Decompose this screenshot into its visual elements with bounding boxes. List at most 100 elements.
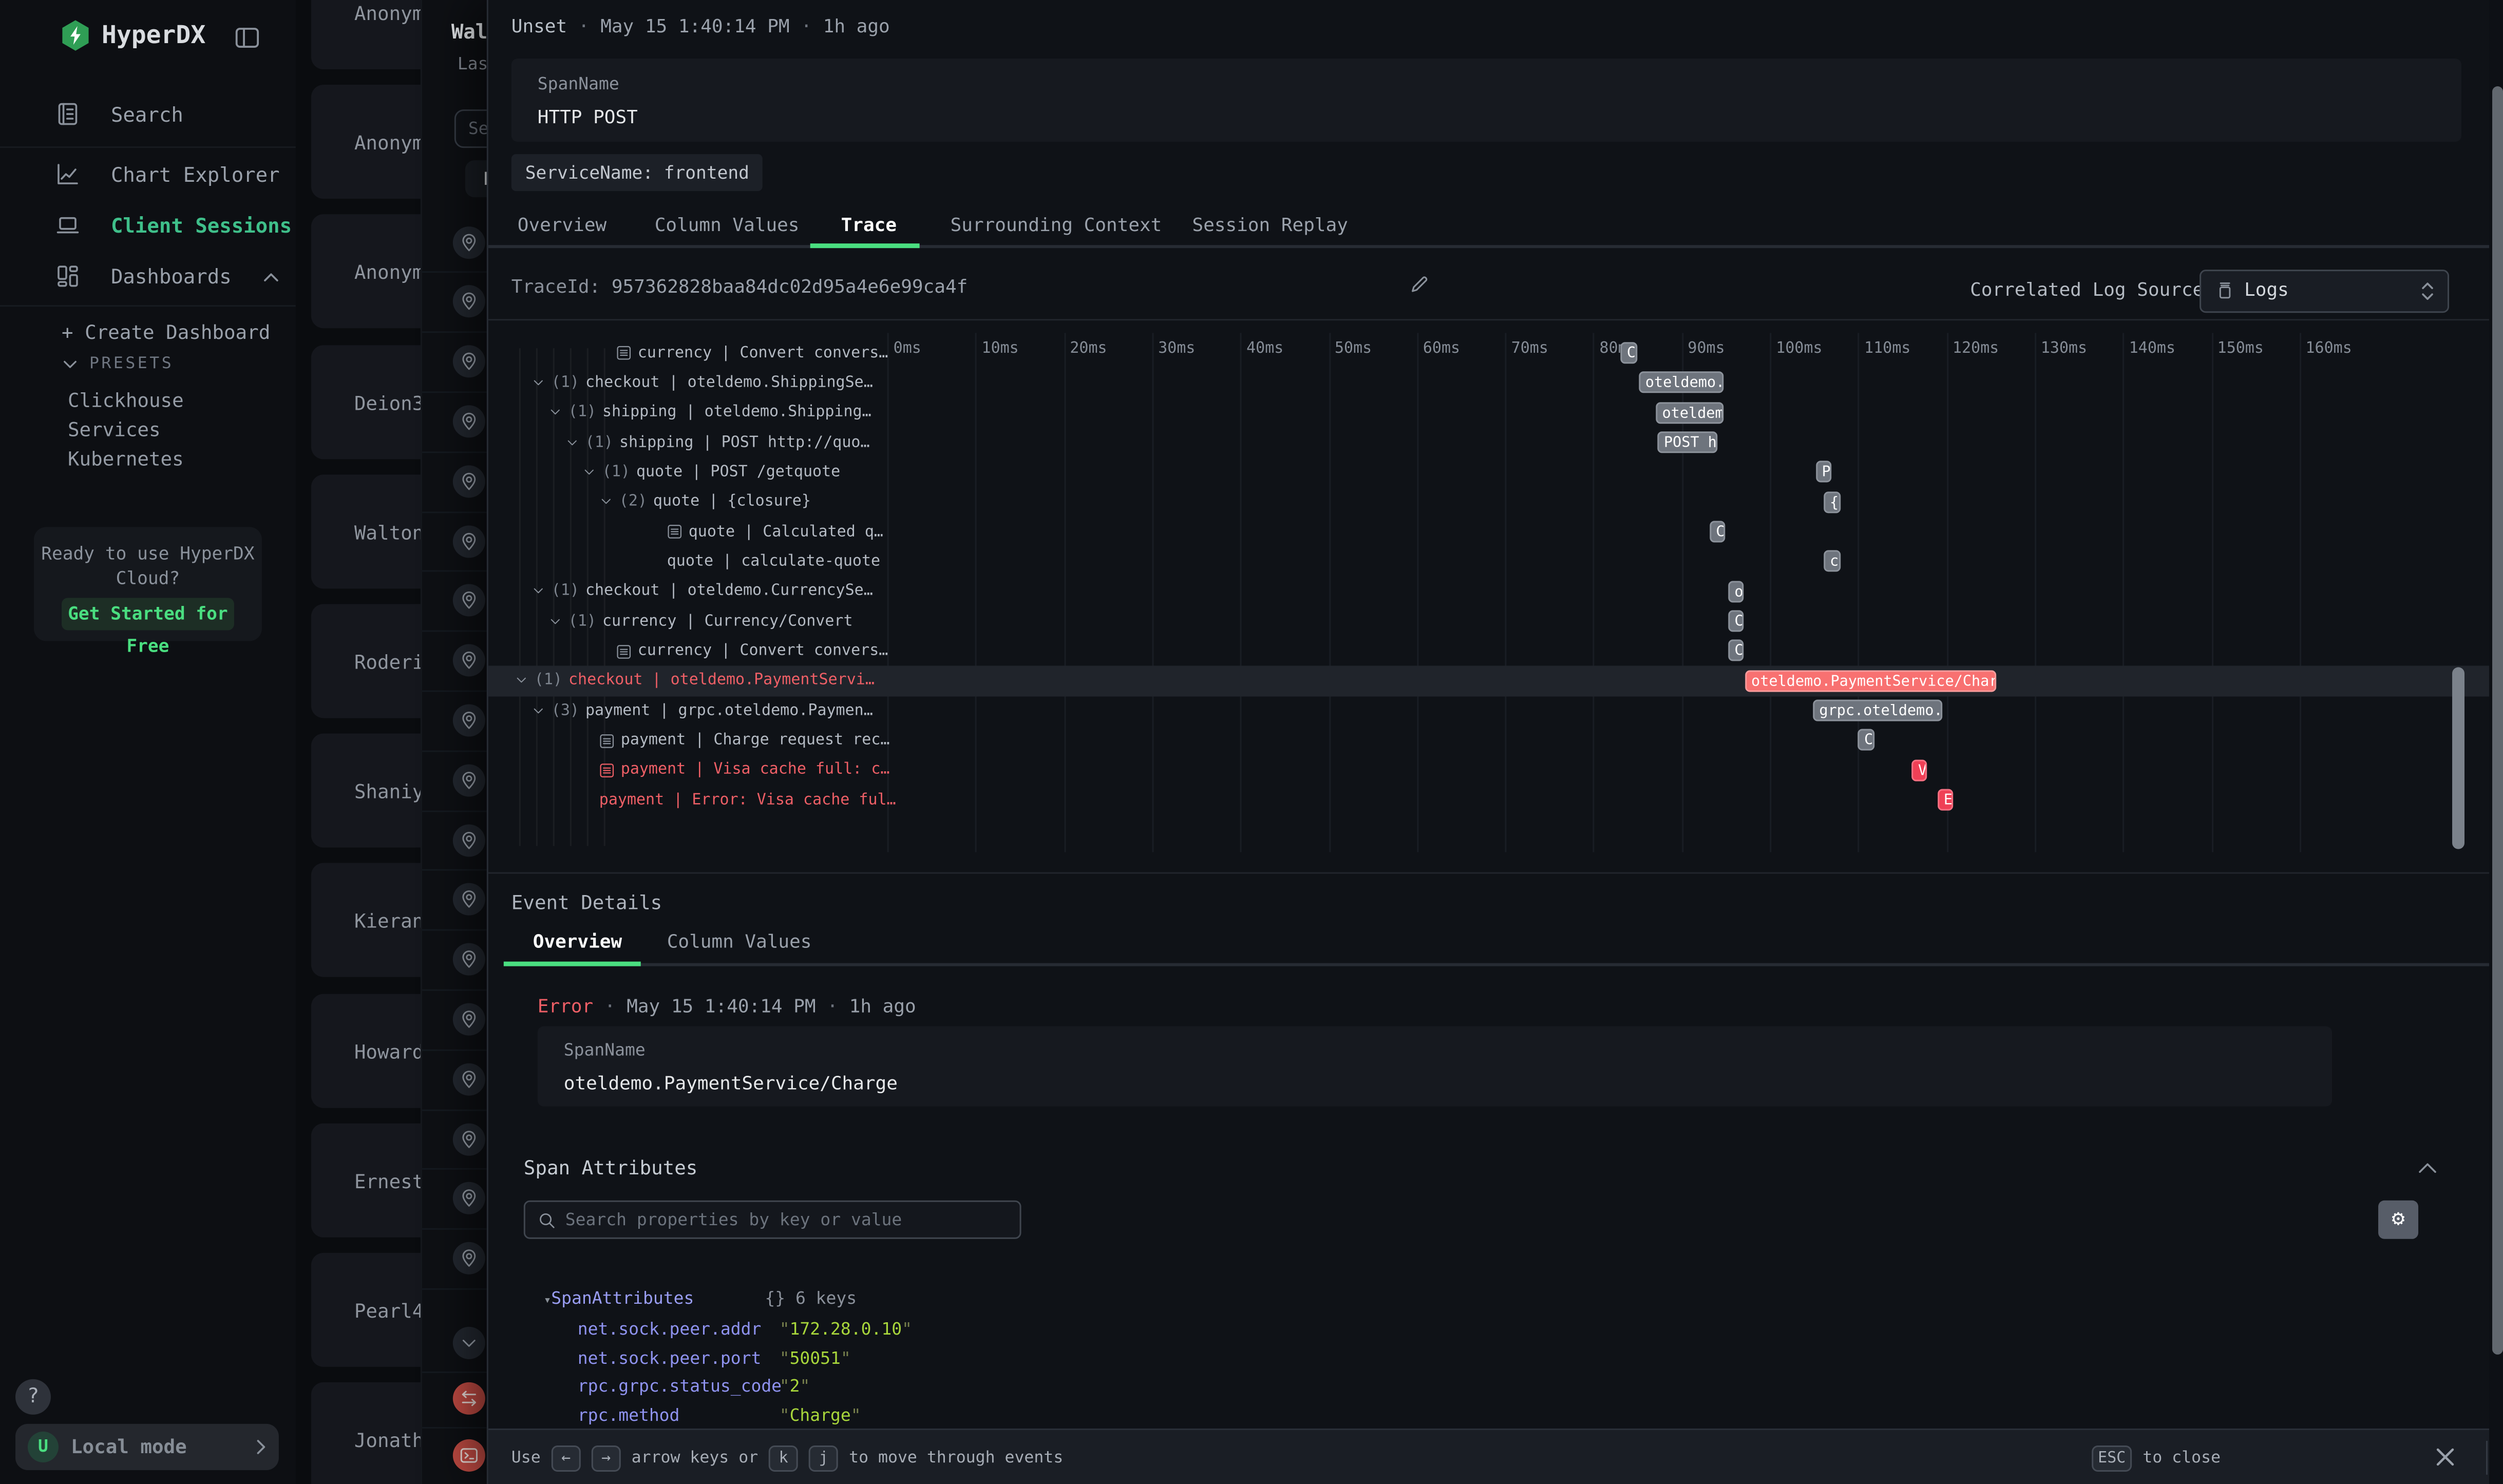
event-row[interactable] xyxy=(422,1368,488,1429)
drawer-scrollbar[interactable] xyxy=(2489,0,2503,1484)
chevron-down-icon[interactable] xyxy=(453,1326,485,1359)
expand-chevron-icon[interactable] xyxy=(515,674,528,688)
attributes-search-input[interactable]: Search properties by key or value xyxy=(524,1201,1021,1239)
span-duration-bar[interactable]: oteldemo. xyxy=(1639,372,1724,394)
event-row[interactable] xyxy=(422,990,488,1051)
pin-icon[interactable] xyxy=(453,824,485,856)
preset-clickhouse[interactable]: Clickhouse xyxy=(68,388,184,411)
trace-span-row[interactable]: (1)checkout | oteldemo.ShippingSe… xyxy=(488,368,2503,398)
session-card[interactable]: Roderick_S xyxy=(311,604,436,718)
event-row[interactable] xyxy=(422,1169,488,1230)
trace-span-row[interactable]: (1)currency | Currency/Convert xyxy=(488,606,2503,636)
session-card[interactable]: Shaniya.Sc xyxy=(311,734,436,848)
event-row[interactable] xyxy=(422,810,488,871)
trace-span-row[interactable]: (1)shipping | oteldemo.Shipping… xyxy=(488,398,2503,428)
trace-span-row[interactable]: quote | Calculated q… xyxy=(488,517,2503,547)
log-source-select[interactable]: Logs xyxy=(2199,270,2449,313)
attributes-root-row[interactable]: ▾SpanAttributes{} 6 keys xyxy=(544,1288,857,1308)
span-duration-bar[interactable]: C xyxy=(1729,611,1744,632)
session-card[interactable]: Anonymous xyxy=(311,85,436,199)
pin-icon[interactable] xyxy=(453,525,485,557)
attribute-value[interactable]: "2" xyxy=(780,1377,810,1397)
sidebar-item-chart-explorer[interactable]: Chart Explorer xyxy=(111,165,280,188)
sidebar-collapse-icon[interactable] xyxy=(234,25,260,51)
pin-icon[interactable] xyxy=(453,1063,485,1095)
expand-chevron-icon[interactable] xyxy=(599,496,613,509)
trace-span-row[interactable]: (1)checkout | oteldemo.CurrencySe… xyxy=(488,577,2503,606)
pin-icon[interactable] xyxy=(453,1183,485,1215)
event-row[interactable] xyxy=(422,631,488,692)
expand-chevron-icon[interactable] xyxy=(532,376,545,390)
events-search-input[interactable]: Sea xyxy=(454,109,488,148)
sidebar-item-client-sessions[interactable]: Client Sessions xyxy=(111,216,292,239)
trace-span-row[interactable]: (1)checkout | oteldemo.PaymentServi… xyxy=(488,666,2503,696)
pin-icon[interactable] xyxy=(453,884,485,916)
event-row[interactable] xyxy=(422,391,488,452)
trace-span-row[interactable]: (3)payment | grpc.oteldemo.Paymen… xyxy=(488,696,2503,726)
trace-span-row[interactable]: (1)quote | POST /getquote xyxy=(488,458,2503,487)
span-duration-bar[interactable]: oteldem xyxy=(1656,402,1724,424)
tab-surrounding-context[interactable]: Surrounding Context xyxy=(951,214,1162,236)
pin-icon[interactable] xyxy=(453,286,485,318)
event-row[interactable] xyxy=(422,750,488,811)
create-dashboard-button[interactable]: + Create Dashboard xyxy=(62,320,270,344)
get-started-button[interactable]: Get Started for Free xyxy=(62,598,234,630)
pin-icon[interactable] xyxy=(453,1242,485,1274)
trace-span-row[interactable]: payment | Charge request rec… xyxy=(488,726,2503,755)
session-card[interactable]: Howard.Run xyxy=(311,993,436,1107)
collapse-section-icon[interactable] xyxy=(2417,1160,2438,1176)
trace-span-row[interactable]: currency | Convert convers… xyxy=(488,338,2503,368)
attribute-value[interactable]: "172.28.0.10" xyxy=(780,1319,912,1339)
span-duration-bar[interactable]: { xyxy=(1824,491,1841,513)
edit-pencil-icon[interactable] xyxy=(1408,274,1429,296)
attribute-value[interactable]: "50051" xyxy=(780,1348,851,1368)
pin-icon[interactable] xyxy=(453,405,485,437)
event-details-tab-column-values[interactable]: Column Values xyxy=(667,931,812,953)
event-row[interactable] xyxy=(422,690,488,751)
caret-down-icon[interactable]: ▾ xyxy=(544,1293,551,1307)
attribute-key[interactable]: rpc.grpc.status_code xyxy=(578,1377,782,1397)
tab-overview[interactable]: Overview xyxy=(518,214,606,236)
trace-span-row[interactable]: payment | Error: Visa cache ful… xyxy=(488,785,2503,815)
expand-chevron-icon[interactable] xyxy=(565,435,579,449)
event-row[interactable] xyxy=(422,929,488,991)
attribute-key[interactable]: rpc.method xyxy=(578,1405,680,1425)
pin-icon[interactable] xyxy=(453,1123,485,1155)
session-card[interactable]: Jonathan.B xyxy=(311,1382,436,1484)
session-card[interactable]: Pearl43@ho xyxy=(311,1253,436,1367)
close-icon[interactable] xyxy=(2434,1445,2457,1469)
event-row[interactable] xyxy=(422,1425,488,1484)
span-duration-bar[interactable]: C xyxy=(1710,521,1725,543)
pin-icon[interactable] xyxy=(453,704,485,736)
event-row[interactable] xyxy=(422,1109,488,1170)
tab-column-values[interactable]: Column Values xyxy=(655,214,800,236)
span-duration-bar[interactable]: P xyxy=(1816,462,1832,483)
exchange-icon[interactable] xyxy=(453,1382,485,1414)
event-row[interactable] xyxy=(422,1228,488,1289)
pin-icon[interactable] xyxy=(453,1003,485,1036)
service-name-chip[interactable]: ServiceName: frontend xyxy=(511,154,763,191)
span-duration-bar[interactable]: V xyxy=(1912,759,1927,781)
preset-services[interactable]: Services xyxy=(68,417,161,441)
gear-icon[interactable]: ⚙ xyxy=(2378,1201,2418,1239)
session-card[interactable]: Anonymous xyxy=(311,0,436,69)
trace-span-row[interactable]: (2)quote | {closure} xyxy=(488,487,2503,517)
session-card[interactable]: Deion37@gm xyxy=(311,345,436,459)
span-duration-bar[interactable]: c xyxy=(1824,551,1841,573)
waterfall-scrollbar[interactable] xyxy=(2452,667,2464,849)
session-card[interactable]: Anonymous xyxy=(311,215,436,329)
span-duration-bar[interactable]: grpc.oteldemo. xyxy=(1813,700,1942,721)
attribute-value[interactable]: "Charge" xyxy=(780,1405,861,1425)
attribute-key[interactable]: net.sock.peer.port xyxy=(578,1348,762,1368)
span-duration-bar[interactable]: C xyxy=(1858,730,1875,751)
pin-icon[interactable] xyxy=(453,226,485,258)
event-row[interactable] xyxy=(422,1312,488,1374)
event-row[interactable] xyxy=(422,212,488,273)
event-row[interactable] xyxy=(422,1049,488,1110)
help-button[interactable]: ? xyxy=(15,1379,51,1415)
expand-chevron-icon[interactable] xyxy=(582,465,596,479)
session-card[interactable]: Kieran92@h xyxy=(311,864,436,978)
local-mode-menu[interactable]: U Local mode xyxy=(15,1424,279,1470)
event-row[interactable] xyxy=(422,870,488,931)
trace-span-row[interactable]: (1)shipping | POST http://quo… xyxy=(488,428,2503,458)
